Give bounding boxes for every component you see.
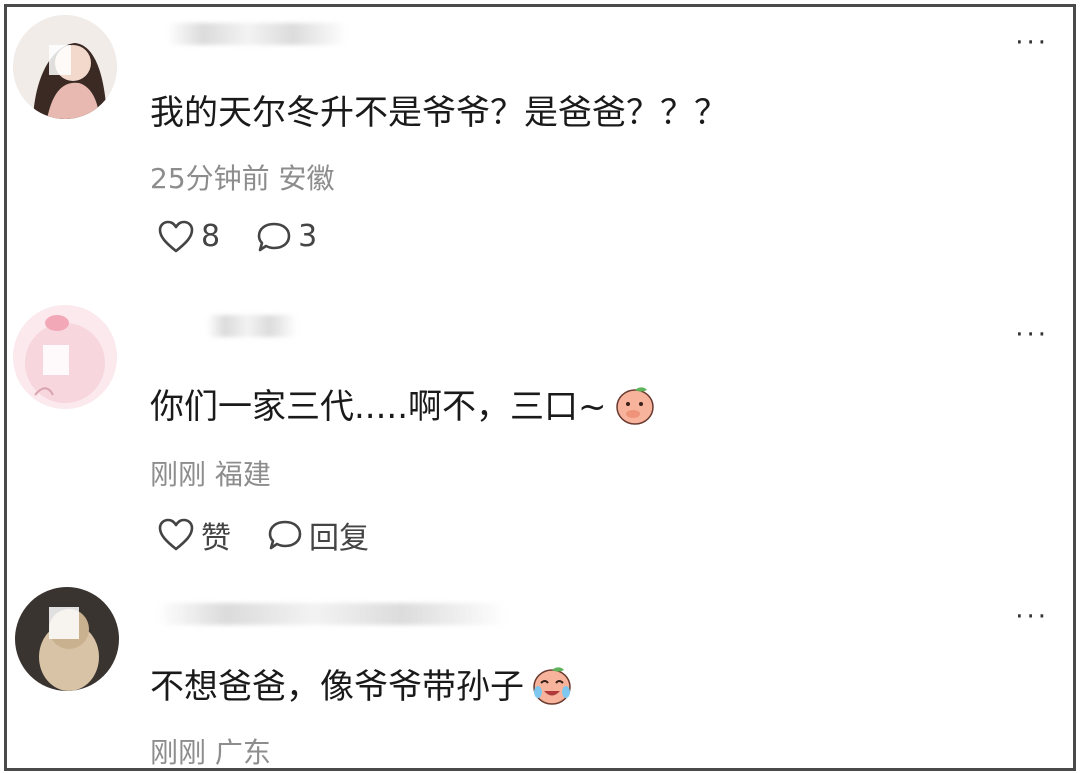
reply-label: 回复 xyxy=(309,521,369,556)
comment-text: 我的天尔冬升不是爷爷？是爸爸？？？ xyxy=(150,93,728,133)
like-button[interactable]: 8 xyxy=(157,219,220,254)
username-redacted[interactable] xyxy=(167,23,347,45)
reply-button[interactable]: 3 xyxy=(256,219,317,254)
comment-list: ··· 我的天尔冬升不是爷爷？是爸爸？？？ 25分钟前 安徽 8 3 ··· 你… xyxy=(4,4,1076,771)
avatar[interactable] xyxy=(13,305,117,409)
more-options-icon[interactable]: ··· xyxy=(1015,30,1049,56)
username-redacted[interactable] xyxy=(157,603,507,625)
like-label: 赞 xyxy=(201,521,231,556)
peach-face-cover-mouth-emoji xyxy=(615,386,654,425)
like-button[interactable]: 赞 xyxy=(157,513,231,557)
comment-actions: 赞 回复 xyxy=(157,513,405,557)
avatar[interactable] xyxy=(15,587,119,691)
more-options-icon[interactable]: ··· xyxy=(1015,604,1049,630)
peach-face-crying-laughing-emoji xyxy=(533,666,571,705)
more-options-icon[interactable]: ··· xyxy=(1015,322,1049,348)
username-redacted[interactable] xyxy=(207,315,297,337)
comment-text: 你们一家三代.....啊不，三口~ xyxy=(150,379,657,428)
heart-outline-icon xyxy=(158,220,194,252)
speech-bubble-icon xyxy=(257,222,291,251)
avatar[interactable] xyxy=(13,15,117,119)
reply-button[interactable]: 回复 xyxy=(267,513,369,557)
heart-outline-icon xyxy=(158,518,194,551)
comment-meta: 刚刚 福建 xyxy=(150,458,271,491)
comment-meta: 刚刚 广东 xyxy=(150,736,271,769)
comment-text: 不想爸爸，像爷爷带孙子 xyxy=(150,659,574,708)
comment-actions: 8 3 xyxy=(157,219,353,254)
reply-count: 3 xyxy=(298,219,318,254)
comment-meta: 25分钟前 安徽 xyxy=(150,162,335,195)
like-count: 8 xyxy=(201,219,221,254)
speech-bubble-icon xyxy=(268,520,302,550)
